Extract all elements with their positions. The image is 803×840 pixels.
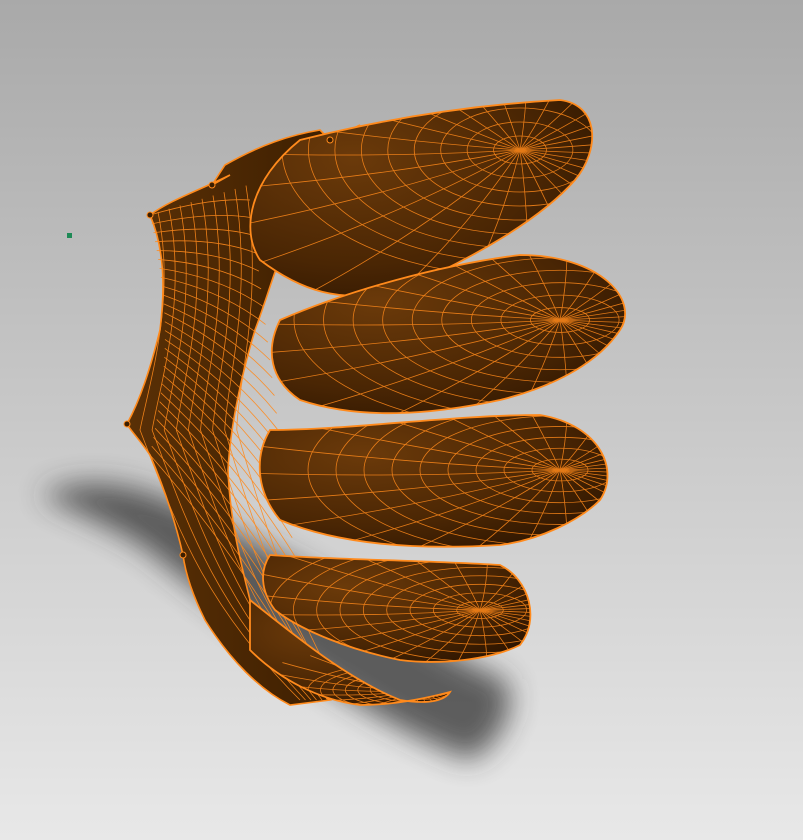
hub-notch-1 — [146, 211, 154, 219]
hub-notch-3 — [179, 551, 187, 559]
hub-notch-2 — [123, 420, 131, 428]
model-scene[interactable] — [0, 0, 803, 840]
3d-viewport[interactable] — [0, 0, 803, 840]
pivot-marker-icon — [67, 233, 72, 238]
hub-notch-4 — [326, 136, 334, 144]
hub-notch-5 — [208, 181, 216, 189]
